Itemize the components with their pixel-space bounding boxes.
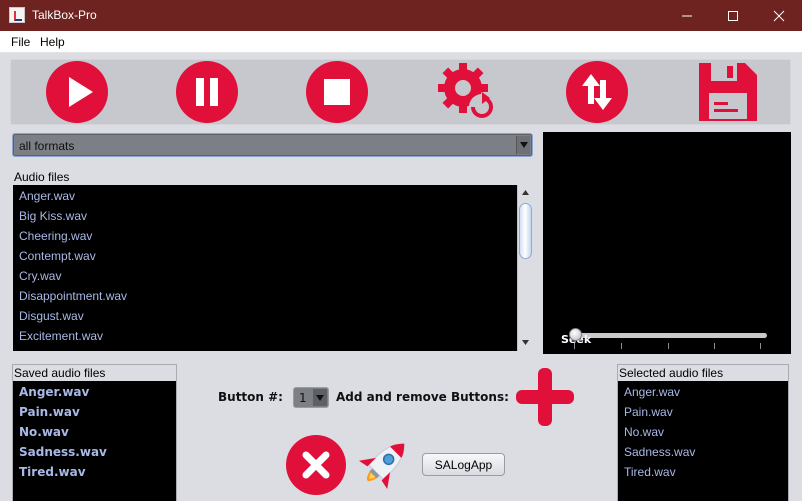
play-button[interactable]: [41, 60, 113, 124]
swap-icon: [566, 61, 628, 123]
saved-audio-list[interactable]: Anger.wav Pain.wav No.wav Sadness.wav Ti…: [13, 381, 176, 501]
list-item[interactable]: Tired.wav: [19, 465, 86, 479]
audio-files-scrollbar[interactable]: [517, 185, 533, 351]
list-item[interactable]: No.wav: [19, 425, 69, 439]
maximize-icon: [728, 10, 738, 21]
save-icon: [699, 63, 757, 121]
rocket-icon: [358, 443, 405, 490]
list-item[interactable]: Sadness.wav: [624, 445, 695, 459]
list-item[interactable]: Anger.wav: [624, 385, 680, 399]
list-item[interactable]: Pain.wav: [19, 405, 80, 419]
close-window-button[interactable]: [756, 0, 802, 31]
format-filter-dropdown[interactable]: all formats: [12, 133, 533, 157]
seek-tick: [760, 343, 761, 349]
remove-x-icon: [286, 435, 346, 495]
minimize-icon: [682, 15, 692, 16]
list-item[interactable]: Big Kiss.wav: [19, 209, 87, 223]
video-display: [543, 132, 791, 354]
salogapp-button[interactable]: SALogApp: [422, 453, 505, 476]
button-number-label: Button #:: [218, 390, 283, 404]
button-number-spinner[interactable]: 1: [293, 387, 329, 408]
list-item[interactable]: Disappointment.wav: [19, 289, 127, 303]
button-number-value: 1: [299, 391, 307, 405]
list-item[interactable]: Disgust.wav: [19, 309, 84, 323]
seek-tick: [668, 343, 669, 349]
seek-tick: [621, 343, 622, 349]
saved-audio-label: Saved audio files: [14, 366, 106, 380]
chevron-down-icon[interactable]: [516, 136, 530, 154]
stop-button[interactable]: [301, 60, 373, 124]
list-item[interactable]: Cry.wav: [19, 269, 61, 283]
minimize-button[interactable]: [664, 0, 710, 31]
menu-file[interactable]: File: [11, 35, 30, 49]
settings-button[interactable]: [431, 60, 503, 124]
list-item[interactable]: Anger.wav: [19, 189, 75, 203]
pause-icon: [176, 61, 238, 123]
chevron-down-icon[interactable]: [313, 389, 327, 406]
list-item[interactable]: Pain.wav: [624, 405, 673, 419]
list-item[interactable]: Cheering.wav: [19, 229, 92, 243]
list-item[interactable]: Sadness.wav: [19, 445, 107, 459]
format-filter-value: all formats: [19, 139, 75, 153]
scrollbar-thumb[interactable]: [519, 203, 532, 259]
seek-tick: [714, 343, 715, 349]
audio-files-label: Audio files: [14, 170, 70, 184]
settings-refresh-icon: [438, 63, 495, 120]
app-window: TalkBox-Pro File Help all formats Audio …: [0, 0, 802, 501]
title-bar: TalkBox-Pro: [0, 0, 802, 31]
list-item[interactable]: Excitement.wav: [19, 329, 103, 343]
scroll-down-icon[interactable]: [518, 335, 533, 349]
menu-help[interactable]: Help: [40, 35, 65, 49]
remove-button[interactable]: [285, 434, 347, 496]
list-item[interactable]: No.wav: [624, 425, 664, 439]
seek-slider-track[interactable]: [570, 333, 767, 338]
close-icon: [773, 10, 785, 21]
menu-bar: File Help: [0, 31, 802, 53]
selected-audio-label: Selected audio files: [619, 366, 724, 380]
add-remove-label: Add and remove Buttons:: [336, 390, 509, 404]
plus-icon: [516, 368, 574, 426]
maximize-button[interactable]: [710, 0, 756, 31]
seek-slider-thumb[interactable]: [569, 328, 582, 341]
swap-button[interactable]: [561, 60, 633, 124]
list-item[interactable]: Tired.wav: [624, 465, 676, 479]
audio-files-list[interactable]: Anger.wav Big Kiss.wav Cheering.wav Cont…: [13, 185, 517, 351]
save-button[interactable]: [691, 60, 763, 124]
pause-button[interactable]: [171, 60, 243, 124]
list-item[interactable]: Contempt.wav: [19, 249, 96, 263]
java-app-icon: [9, 7, 25, 23]
list-item[interactable]: Anger.wav: [19, 385, 89, 399]
add-button[interactable]: [514, 366, 576, 428]
window-title: TalkBox-Pro: [32, 8, 97, 22]
scroll-up-icon[interactable]: [518, 185, 533, 199]
stop-icon: [306, 61, 368, 123]
rocket-launch-button[interactable]: [349, 431, 417, 499]
selected-audio-list[interactable]: Anger.wav Pain.wav No.wav Sadness.wav Ti…: [618, 381, 788, 501]
toolbar: [10, 59, 791, 125]
play-icon: [46, 61, 108, 123]
